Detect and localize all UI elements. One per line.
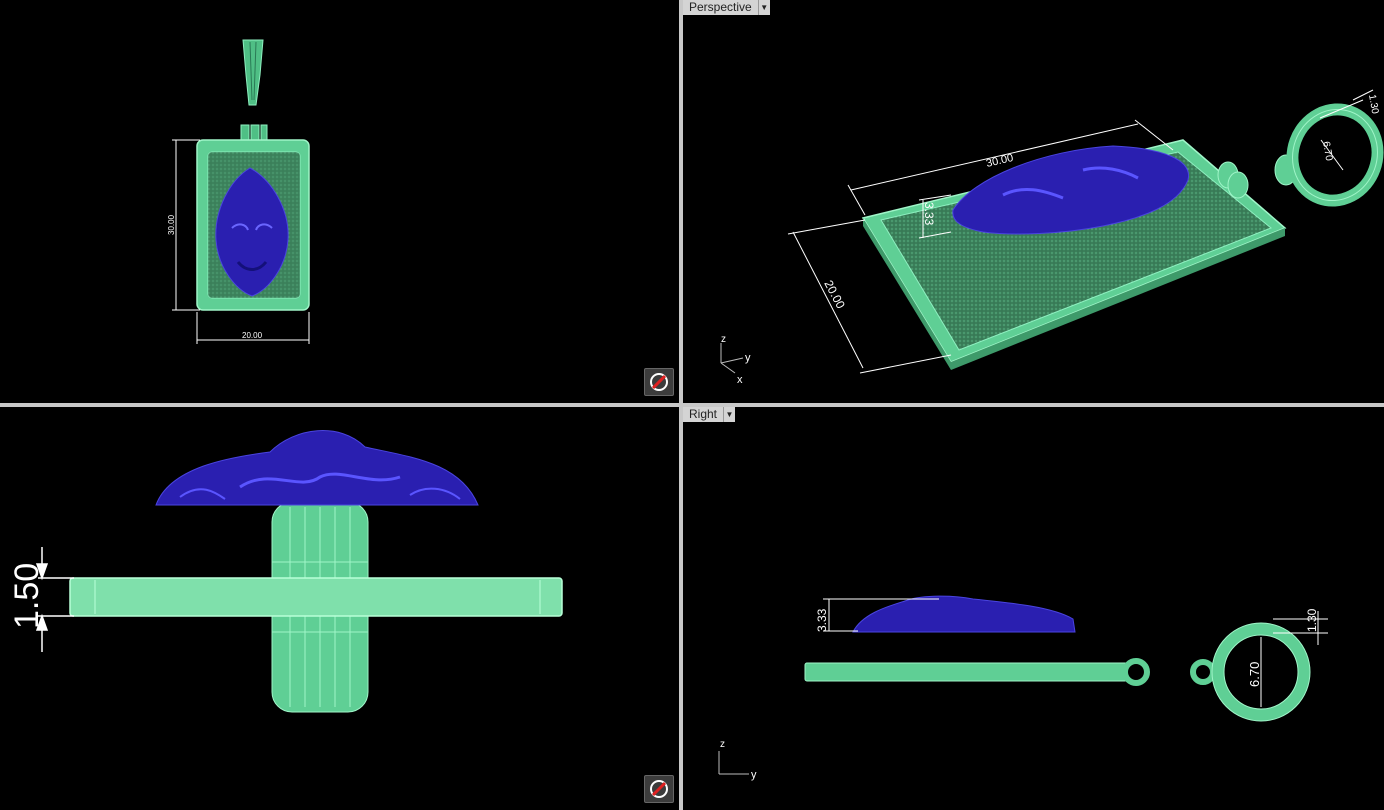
axis-y-label: y xyxy=(745,352,751,364)
dim-ring-inner-label: 6.70 xyxy=(1320,141,1334,163)
view-navigation-button[interactable] xyxy=(644,775,674,803)
right-relief xyxy=(852,595,1076,633)
axis-triad xyxy=(718,751,749,775)
dim-thickness-label: 1.50 xyxy=(8,563,46,629)
dim-ring-inner-label: 6.70 xyxy=(1247,662,1262,687)
dim-height-label: 30.00 xyxy=(167,214,176,235)
front-view-canvas: 1.50 xyxy=(8,430,563,713)
front-relief xyxy=(155,430,479,506)
viewport-right[interactable]: 3.33 6.70 1.30 z y Right ▼ xyxy=(683,407,1384,810)
viewport-name: Perspective xyxy=(683,0,759,15)
axis-triad xyxy=(720,343,744,374)
viewport-divider-horizontal[interactable] xyxy=(0,403,1384,407)
axis-y-label: y xyxy=(751,769,757,781)
viewport-name: Right xyxy=(683,407,725,422)
axis-x-label: x xyxy=(737,374,743,386)
viewport-label-perspective[interactable]: Perspective ▼ xyxy=(683,0,770,15)
chevron-down-icon[interactable]: ▼ xyxy=(758,0,770,15)
bail-shape xyxy=(242,39,264,106)
right-plate xyxy=(804,658,1150,686)
front-plate xyxy=(69,577,563,617)
dim-ring-thickness-label: 1.30 xyxy=(1305,608,1319,632)
dim-width-label: 20.00 xyxy=(242,331,263,340)
rotate-view-icon xyxy=(650,373,668,391)
dim-ring-thickness-label: 1.30 xyxy=(1366,94,1380,116)
viewport-perspective[interactable]: 30.00 20.00 3.33 6.70 1.30 z y x Perspec… xyxy=(683,0,1384,403)
viewport-label-right[interactable]: Right ▼ xyxy=(683,407,736,422)
top-view-canvas: 30.00 20.00 xyxy=(167,39,310,344)
view-navigation-button[interactable] xyxy=(644,368,674,396)
perspective-view-canvas: 30.00 20.00 3.33 6.70 1.30 z y x xyxy=(720,89,1384,386)
axis-z-label: z xyxy=(721,334,726,345)
dim-relief-label: 3.33 xyxy=(815,608,829,632)
pendant-loops xyxy=(240,124,268,142)
chevron-down-icon[interactable]: ▼ xyxy=(724,407,736,422)
dim-length-label: 30.00 xyxy=(985,152,1015,170)
right-view-canvas: 3.33 6.70 1.30 z y xyxy=(718,595,1328,781)
viewport-front[interactable]: 1.50 xyxy=(0,407,679,810)
axis-z-label: z xyxy=(720,739,725,750)
viewport-top[interactable]: 30.00 20.00 xyxy=(0,0,679,403)
dim-height xyxy=(172,139,200,311)
dim-relief-label: 3.33 xyxy=(922,202,936,226)
rotate-view-icon xyxy=(650,780,668,798)
